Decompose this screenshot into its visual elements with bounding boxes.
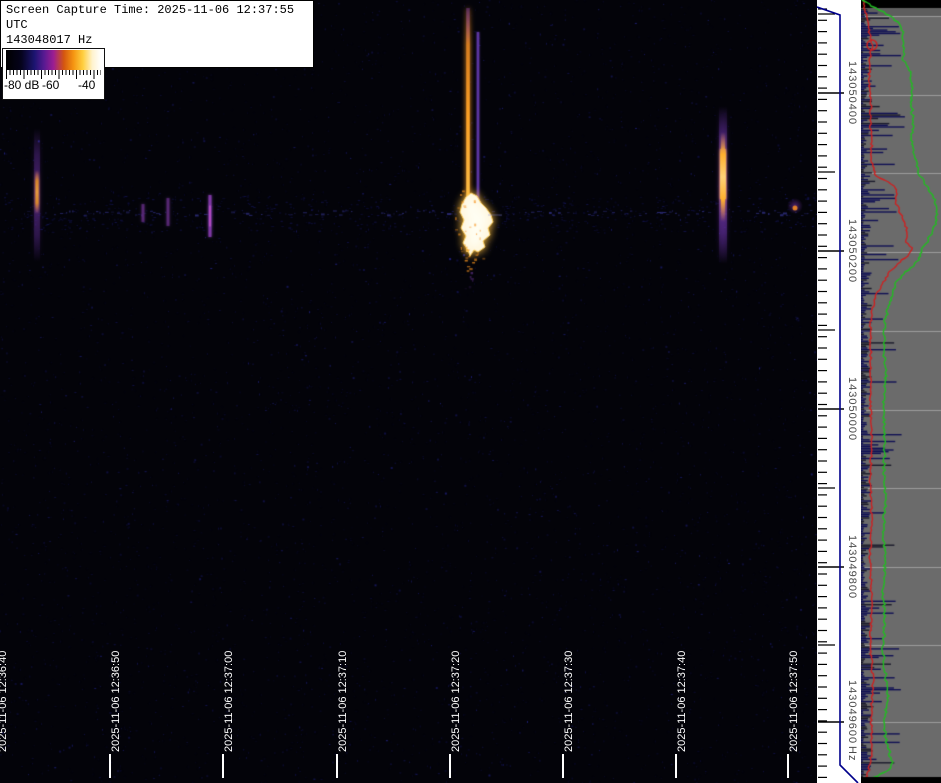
time-tick	[222, 754, 224, 778]
colorbar-gradient	[6, 50, 101, 70]
frequency-axis-unit: Hz	[846, 746, 858, 761]
time-axis-label: 2025-11-06 12:37:40	[676, 651, 688, 752]
time-axis-label: 2025-11-06 12:37:10	[337, 651, 349, 752]
time-axis-label: 2025-11-06 12:37:20	[450, 651, 462, 752]
time-axis-label: 2025-11-06 12:37:30	[563, 651, 575, 752]
time-tick	[336, 754, 338, 778]
frequency-axis-label: 143050200	[846, 219, 858, 283]
screen-capture-view: 2025-11-06 12:36:40 2025-11-06 12:36:50 20…	[0, 0, 941, 783]
colorbar-label-min: -80 dB	[4, 78, 39, 92]
time-tick	[449, 754, 451, 778]
colorbar-label-max: -40	[78, 78, 95, 92]
time-tick	[562, 754, 564, 778]
frequency-axis-label: 143049600	[846, 680, 858, 744]
time-axis-label: 2025-11-06 12:37:50	[788, 651, 800, 752]
frequency-axis-label: 143050000	[846, 377, 858, 441]
capture-time-text: Screen Capture Time: 2025-11-06 12:37:55…	[6, 3, 309, 33]
time-tick	[675, 754, 677, 778]
time-axis-label: 2025-11-06 12:37:00	[223, 651, 235, 752]
time-axis-label: 2025-11-06 12:36:40	[0, 651, 9, 752]
colorbar-minor-ticks	[6, 70, 101, 75]
frequency-axis-label: 143049800	[846, 535, 858, 599]
time-tick	[787, 754, 789, 778]
frequency-axis-label: 143050400	[846, 61, 858, 125]
frequency-axis: 143050400 143050200 143050000 143049800 1430…	[817, 0, 861, 783]
center-frequency-text: 143048017 Hz	[6, 33, 309, 48]
spectrum-graph	[861, 0, 941, 783]
intensity-colorbar: -80 dB -60 -40	[2, 48, 105, 100]
colorbar-label-mid: -60	[42, 78, 59, 92]
time-tick	[109, 754, 111, 778]
time-axis-label: 2025-11-06 12:36:50	[110, 651, 122, 752]
spectrogram-waterfall	[0, 0, 817, 783]
